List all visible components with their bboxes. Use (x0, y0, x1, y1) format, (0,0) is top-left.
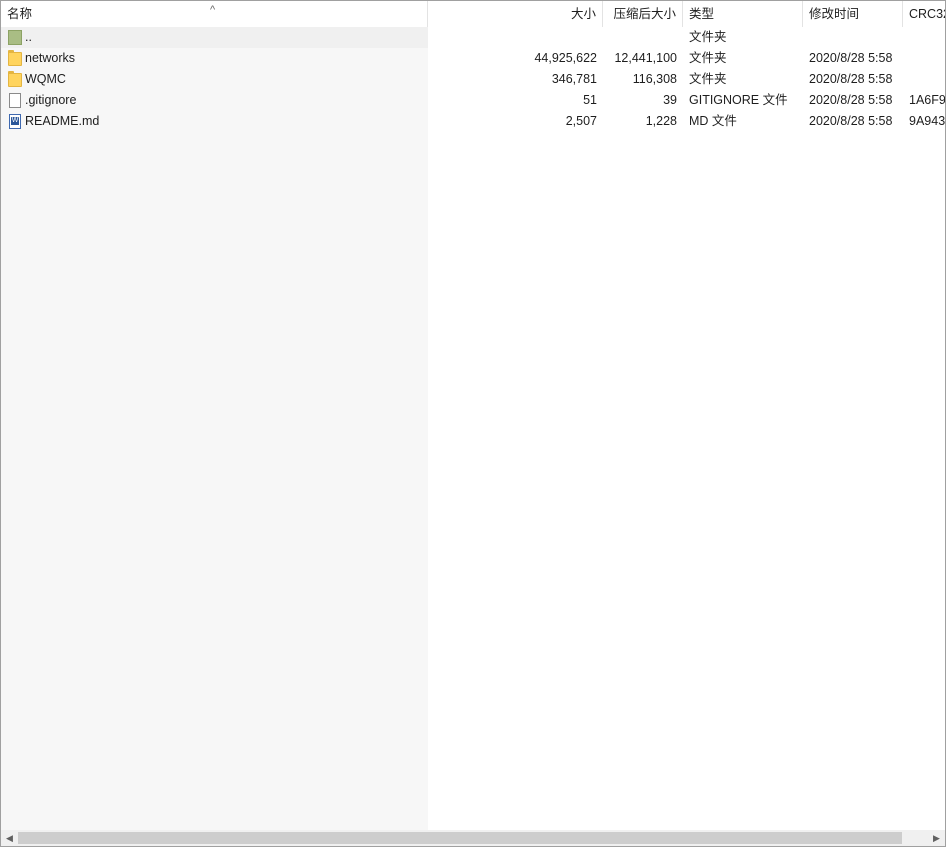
item-size (428, 27, 603, 48)
column-header: 名称 ^ 大小 压缩后大小 类型 修改时间 CRC32 (1, 1, 945, 27)
column-header-packed-size[interactable]: 压缩后大小 (603, 1, 683, 27)
list-item-wqmc[interactable]: WQMC 346,781 116,308 文件夹 2020/8/28 5:58 (1, 69, 945, 90)
list-item-parent[interactable]: .. 文件夹 (1, 27, 945, 48)
archive-file-list: 名称 ^ 大小 压缩后大小 类型 修改时间 CRC32 .. 文件夹 netwo… (0, 0, 946, 847)
item-packed-size (603, 27, 683, 48)
scrollbar-thumb[interactable] (18, 832, 902, 844)
item-size: 51 (583, 93, 597, 107)
item-type: GITIGNORE 文件 (689, 93, 788, 107)
item-modified: 2020/8/28 5:58 (809, 51, 893, 65)
document-icon (9, 114, 21, 129)
item-crc: 1A6F9 (909, 93, 946, 107)
item-size: 2,507 (565, 114, 597, 128)
horizontal-scrollbar[interactable]: ◀ ▶ (1, 830, 945, 846)
item-type: 文件夹 (689, 30, 727, 44)
item-name: WQMC (25, 72, 66, 86)
item-name: README.md (25, 114, 100, 128)
item-crc (903, 27, 945, 48)
item-type: 文件夹 (689, 72, 727, 86)
column-header-size[interactable]: 大小 (428, 1, 603, 27)
item-packed-size: 1,228 (645, 114, 677, 128)
folder-icon (8, 71, 22, 87)
item-name: .gitignore (25, 93, 77, 107)
parent-folder-icon (8, 30, 22, 45)
column-header-crc[interactable]: CRC32 (903, 1, 945, 27)
list-item-networks[interactable]: networks 44,925,622 12,441,100 文件夹 2020/… (1, 48, 945, 69)
item-name: networks (25, 51, 76, 65)
column-header-name-label: 名称 (7, 7, 33, 21)
column-header-modified[interactable]: 修改时间 (803, 1, 903, 27)
item-size: 346,781 (551, 72, 597, 86)
scroll-right-icon[interactable]: ▶ (928, 830, 945, 846)
list-item-readme[interactable]: README.md 2,507 1,228 MD 文件 2020/8/28 5:… (1, 111, 945, 132)
column-header-name[interactable]: 名称 ^ (1, 1, 428, 27)
item-modified (803, 27, 903, 48)
item-name: .. (25, 30, 32, 44)
item-size: 44,925,622 (534, 51, 597, 65)
item-type: MD 文件 (689, 114, 737, 128)
item-crc: 9A943 (909, 114, 946, 128)
item-packed-size: 12,441,100 (614, 51, 677, 65)
column-header-type[interactable]: 类型 (683, 1, 803, 27)
name-column-shade (1, 27, 428, 830)
scroll-left-icon[interactable]: ◀ (1, 830, 18, 846)
sort-ascending-icon: ^ (210, 4, 216, 16)
item-packed-size: 116,308 (632, 72, 677, 86)
file-icon (9, 93, 21, 108)
item-modified: 2020/8/28 5:58 (809, 114, 893, 128)
item-packed-size: 39 (663, 93, 677, 107)
list-item-gitignore[interactable]: .gitignore 51 39 GITIGNORE 文件 2020/8/28 … (1, 90, 945, 111)
item-modified: 2020/8/28 5:58 (809, 93, 893, 107)
folder-icon (8, 50, 22, 66)
item-crc (903, 69, 945, 90)
item-modified: 2020/8/28 5:58 (809, 72, 893, 86)
item-crc (903, 48, 945, 69)
item-type: 文件夹 (689, 51, 727, 65)
